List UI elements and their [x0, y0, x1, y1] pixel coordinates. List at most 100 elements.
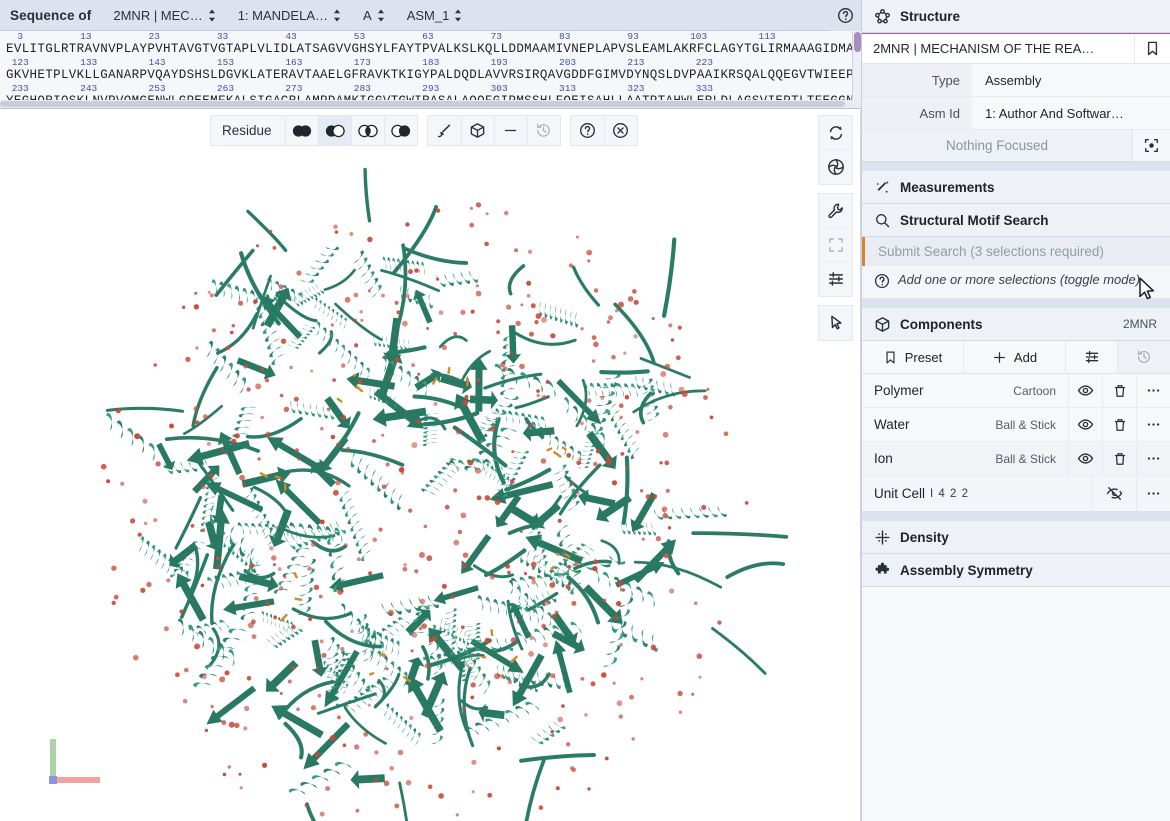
brush-button[interactable]: [428, 116, 461, 145]
component-row-water[interactable]: Water Ball & Stick: [862, 408, 1170, 442]
component-more-button[interactable]: [1136, 408, 1170, 441]
trash-icon: [1112, 383, 1128, 399]
cube-icon: [874, 316, 891, 333]
minus-icon: [502, 122, 519, 139]
selection-end-group: [570, 115, 638, 146]
sequence-residues[interactable]: GKVHETPLVKLLGANARPVQAYDSHSLDGVKLATERAVTA…: [0, 68, 861, 83]
components-options-button[interactable]: [1066, 341, 1118, 373]
structure-field-type-value[interactable]: Assembly: [972, 64, 1170, 96]
structure-field-asmid-value[interactable]: 1: Author And Softwar…: [972, 97, 1170, 129]
granularity-group: Residue: [210, 115, 418, 146]
fullscreen-button[interactable]: [819, 228, 852, 262]
focus-target-button[interactable]: [1132, 130, 1170, 161]
chain-selector[interactable]: A: [363, 8, 385, 23]
selection-mode-union-button[interactable]: [285, 116, 318, 145]
screenshot-icon: [827, 158, 845, 176]
sequence-header: Sequence of 2MNR | MEC… 1: MANDELA… A: [0, 0, 861, 31]
entity-selector[interactable]: 1: MANDELA…: [238, 8, 341, 23]
component-representation: Ball & Stick: [910, 418, 1068, 432]
sequence-horizontal-scrollbar[interactable]: [0, 100, 861, 108]
sequence-help-button[interactable]: [830, 0, 861, 31]
sequence-residues[interactable]: EVLITGLRTRAVNVPLAYPVHTAVGTVGTAPLVLIDLATS…: [0, 42, 861, 57]
chevron-updown-icon: [333, 9, 341, 22]
components-preset-button[interactable]: Preset: [862, 341, 964, 373]
structure-field-type: Type Assembly: [862, 64, 1170, 97]
more-dots-icon: [1145, 382, 1162, 399]
unit-cell-symmetry: I 4 2 2: [930, 488, 969, 500]
assembly-selector[interactable]: ASM_1: [407, 8, 463, 23]
section-title-structure: Structure: [900, 9, 960, 24]
submit-search-button[interactable]: Submit Search (3 selections required): [862, 237, 1170, 266]
component-visibility-button[interactable]: [1068, 442, 1102, 475]
component-more-button[interactable]: [1136, 374, 1170, 407]
select-cursor-button[interactable]: [819, 306, 852, 340]
help-circle-icon: [874, 273, 890, 289]
history-icon: [535, 122, 552, 139]
measure-icon: [874, 179, 891, 196]
viewport-cube-button[interactable]: [461, 116, 494, 145]
submit-search-label: Submit Search (3 selections required): [878, 244, 1104, 259]
section-header-density[interactable]: Density: [862, 521, 1170, 554]
sequence-line[interactable]: 123 133 143 153 163 173 183 193 203 213 …: [0, 57, 861, 83]
settings-wrench-icon: [827, 202, 845, 220]
brush-icon: [436, 122, 453, 139]
component-delete-button[interactable]: [1102, 374, 1136, 407]
section-header-measurements[interactable]: Measurements: [862, 171, 1170, 204]
selection-mode-set-icon: [390, 124, 412, 138]
component-row-ion[interactable]: Ion Ball & Stick: [862, 442, 1170, 476]
viewport-side-toolbar: [818, 115, 853, 341]
selection-mode-union-icon: [291, 124, 313, 138]
sequence-of-label: Sequence of: [10, 8, 91, 23]
section-title-measurements: Measurements: [900, 180, 995, 195]
selection-close-button[interactable]: [604, 116, 637, 145]
reset-camera-button[interactable]: [819, 116, 852, 150]
section-header-structure[interactable]: Structure: [862, 0, 1170, 33]
selection-mode-set-button[interactable]: [384, 116, 417, 145]
screenshot-button[interactable]: [819, 150, 852, 184]
section-header-components[interactable]: Components 2MNR: [862, 308, 1170, 341]
sequence-vertical-scrollbar[interactable]: [852, 31, 861, 109]
selection-mode-intersect-button[interactable]: [351, 116, 384, 145]
granularity-label[interactable]: Residue: [211, 116, 285, 145]
selection-help-button[interactable]: [571, 116, 604, 145]
unit-cell-row[interactable]: Unit Cell I 4 2 2: [862, 476, 1170, 512]
section-header-assembly-symmetry[interactable]: Assembly Symmetry: [862, 554, 1170, 587]
structure-title: 2MNR | MECHANISM OF THE REA…: [862, 41, 1134, 56]
controls-sliders-icon: [827, 270, 845, 288]
history-icon: [1136, 349, 1152, 365]
selection-history-button[interactable]: [527, 116, 560, 145]
remove-selection-button[interactable]: [494, 116, 527, 145]
plus-icon: [992, 350, 1007, 365]
sequence-panel[interactable]: 3 13 23 33 43 53 63 73 83 93 103 113 EVL…: [0, 31, 861, 109]
component-visibility-button[interactable]: [1068, 408, 1102, 441]
component-more-button[interactable]: [1136, 442, 1170, 475]
molecular-structure[interactable]: [0, 110, 861, 821]
unit-cell-visibility-button[interactable]: [1092, 476, 1136, 511]
unit-cell-label: Unit Cell: [862, 486, 925, 501]
selection-mode-add-icon: [324, 124, 346, 138]
components-add-button[interactable]: Add: [964, 341, 1066, 373]
section-header-motif-search[interactable]: Structural Motif Search: [862, 204, 1170, 237]
viewport-canvas[interactable]: [0, 110, 861, 821]
scrollbar-thumb[interactable]: [854, 32, 861, 52]
component-delete-button[interactable]: [1102, 442, 1136, 475]
molstar-viewer: Sequence of 2MNR | MEC… 1: MANDELA… A: [0, 0, 1170, 821]
motif-search-hint: Add one or more selections (toggle mode): [862, 266, 1170, 299]
structure-bookmark-button[interactable]: [1134, 34, 1170, 64]
entry-selector[interactable]: 2MNR | MEC…: [113, 8, 215, 23]
component-delete-button[interactable]: [1102, 408, 1136, 441]
trash-icon: [1112, 417, 1128, 433]
selection-mode-add-button[interactable]: [318, 116, 351, 145]
component-row-polymer[interactable]: Polymer Cartoon: [862, 374, 1170, 408]
structure-field-asmid-label: Asm Id: [862, 97, 972, 129]
more-dots-icon: [1145, 485, 1162, 502]
controls-toggle-button[interactable]: [819, 262, 852, 296]
panel-divider: [862, 299, 1170, 308]
components-history-button[interactable]: [1118, 341, 1170, 373]
scrollbar-thumb[interactable]: [0, 101, 845, 107]
unit-cell-more-button[interactable]: [1136, 476, 1170, 511]
component-visibility-button[interactable]: [1068, 374, 1102, 407]
sequence-line[interactable]: 3 13 23 33 43 53 63 73 83 93 103 113 EVL…: [0, 31, 861, 57]
selection-mode-intersect-icon: [357, 124, 379, 138]
settings-wrench-button[interactable]: [819, 194, 852, 228]
